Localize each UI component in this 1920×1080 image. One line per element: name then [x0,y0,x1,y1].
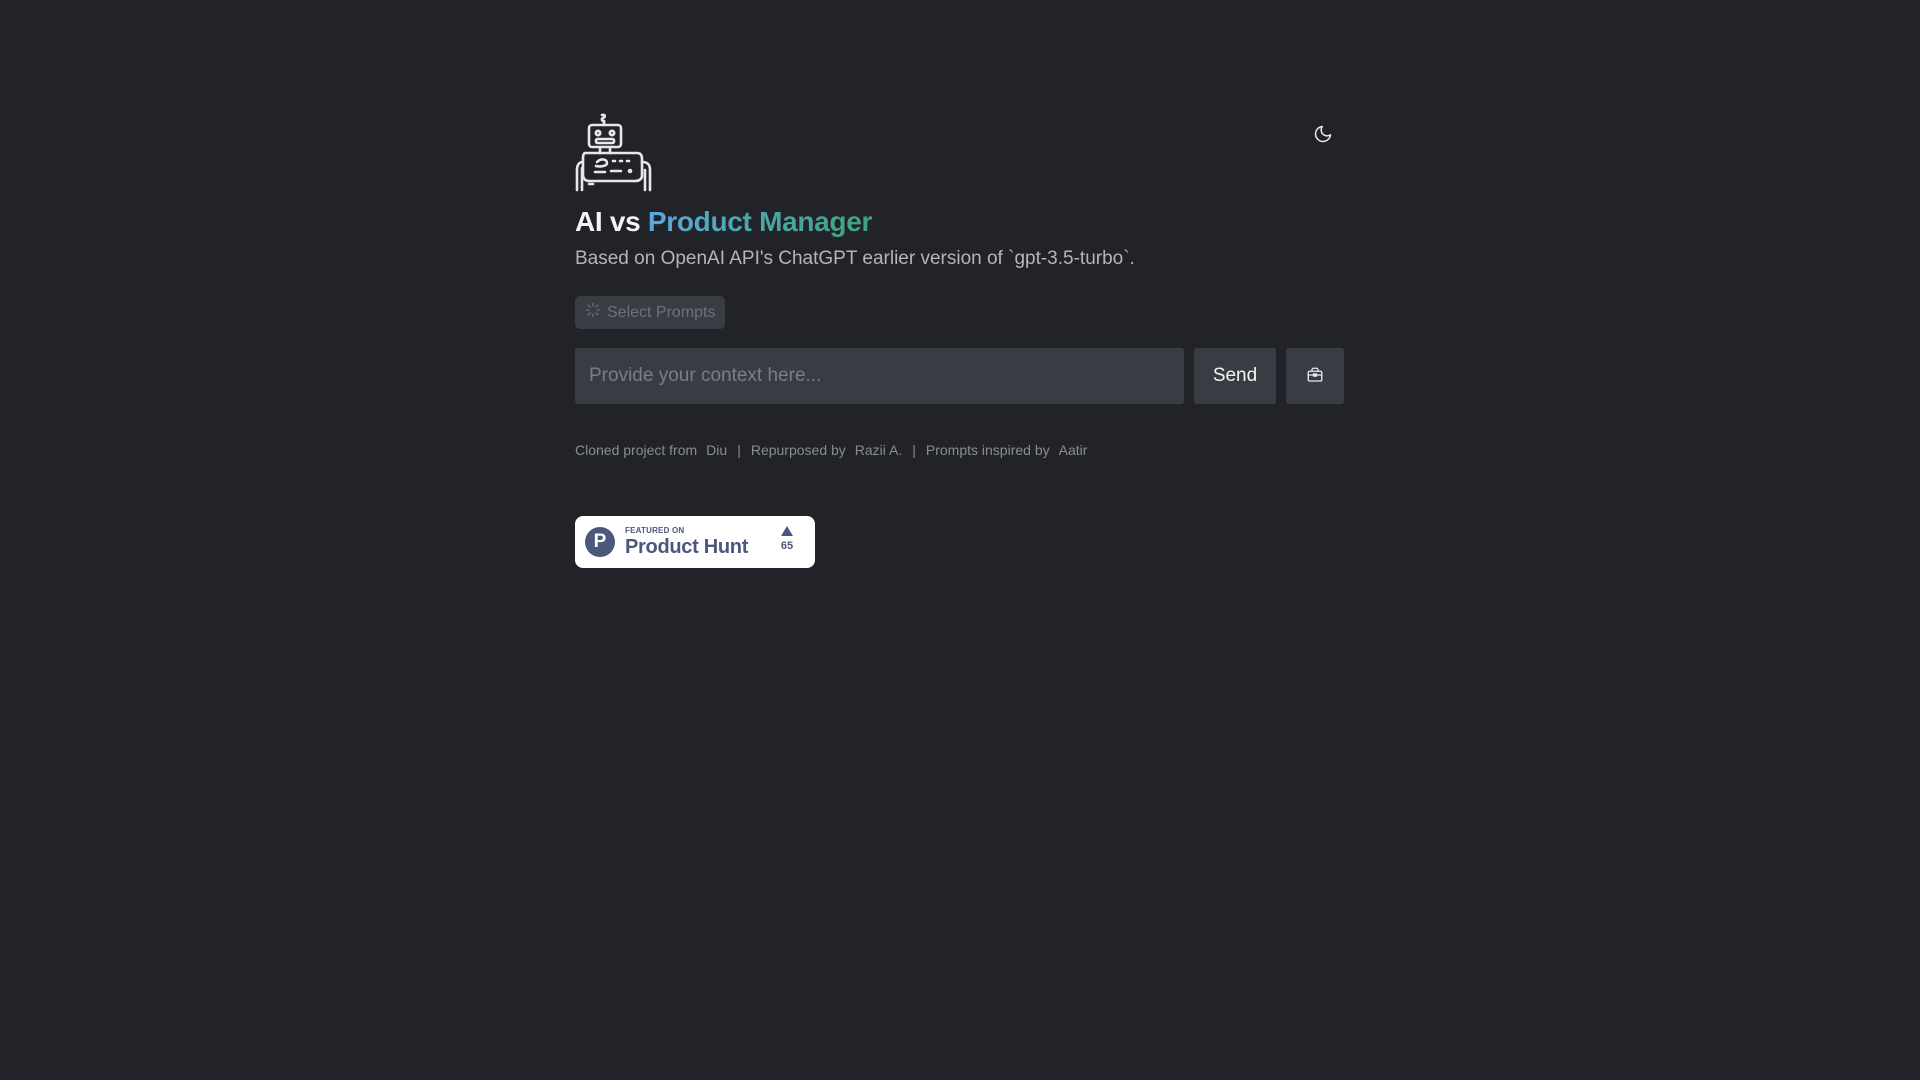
context-input[interactable] [575,348,1184,404]
moon-icon [1313,124,1333,149]
upvote-arrow-icon [781,526,793,536]
ph-vote-box: 65 [779,526,795,552]
separator: | [912,442,916,458]
briefcase-icon [1306,366,1324,387]
loading-spinner-icon [585,302,601,323]
cloned-text: Cloned project from [575,442,698,458]
header-row [575,110,1345,192]
credits-line: Cloned project from Diu | Repurposed by … [575,442,1345,458]
ph-featured-label: FEATURED ON [625,526,685,535]
page-subtitle: Based on OpenAI API's ChatGPT earlier ve… [575,248,1135,269]
product-hunt-badge[interactable]: P FEATURED ON Product Hunt 65 [575,516,815,568]
ph-vote-count: 65 [780,540,794,552]
title-plain: AI vs [575,206,648,237]
composer-row: Send [575,348,1345,404]
page-title: AI vs Product Manager [575,204,1345,240]
product-hunt-logo-icon: P [585,527,615,557]
aatir-link[interactable]: Aatir [1059,442,1088,458]
main-container: AI vs Product Manager Based on OpenAI AP… [575,110,1345,568]
title-highlight: Product Manager [647,206,873,237]
briefcase-button[interactable] [1286,348,1344,404]
inspired-text: Prompts inspired by [925,442,1050,458]
page: AI vs Product Manager Based on OpenAI AP… [0,0,1920,1080]
razii-link[interactable]: Razii A. [855,442,902,458]
select-prompts-button[interactable]: Select Prompts [575,296,726,329]
robot-logo-icon [575,112,661,192]
separator: | [737,442,741,458]
theme-toggle-button[interactable] [1311,124,1335,148]
diu-link[interactable]: Diu [706,442,727,458]
send-button[interactable]: Send [1194,348,1276,404]
ph-name-label: Product Hunt [625,536,749,558]
repurposed-text: Repurposed by [750,442,846,458]
select-prompts-label: Select Prompts [607,303,716,321]
